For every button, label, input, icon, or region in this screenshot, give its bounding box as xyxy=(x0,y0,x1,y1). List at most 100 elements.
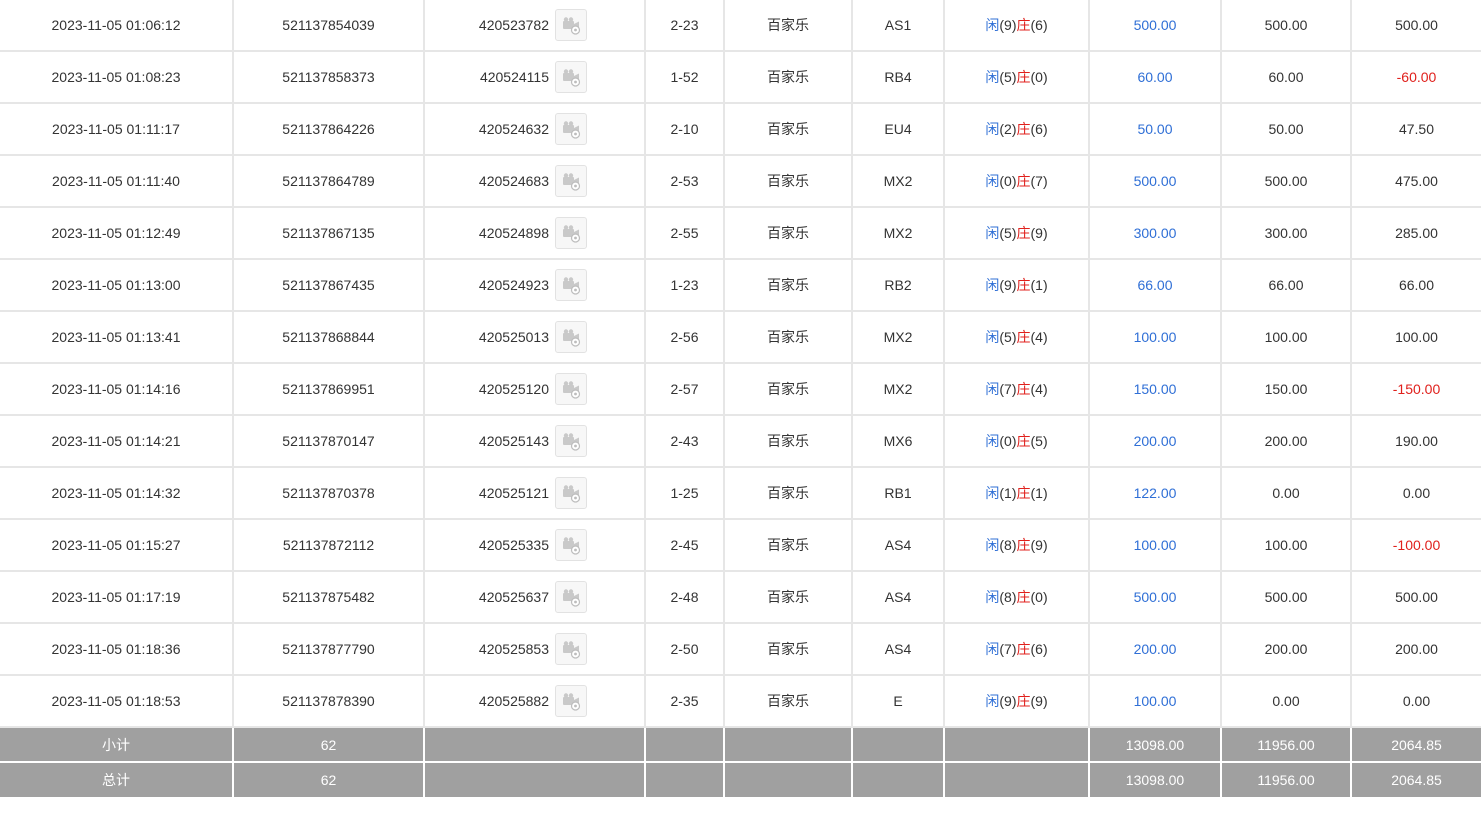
shoe-round: 2-48 xyxy=(644,570,725,624)
bet-amount: 60.00 xyxy=(1088,50,1222,104)
video-replay-button[interactable] xyxy=(555,529,587,561)
bet-time: 2023-11-05 01:17:19 xyxy=(0,570,234,624)
bet-amount: 500.00 xyxy=(1088,154,1222,208)
video-replay-button[interactable] xyxy=(555,477,587,509)
video-replay-button[interactable] xyxy=(555,9,587,41)
valid-bet: 66.00 xyxy=(1220,258,1352,312)
table-row: 2023-11-05 01:08:23 521137858373 4205241… xyxy=(0,50,1481,104)
round-cell: 420525882 xyxy=(423,674,646,728)
player-label: 闲 xyxy=(985,485,1000,501)
table-id: E xyxy=(851,674,945,728)
video-replay-button[interactable] xyxy=(555,61,587,93)
order-number: 521137875482 xyxy=(232,570,425,624)
video-replay-icon xyxy=(563,225,581,243)
order-number: 521137870147 xyxy=(232,414,425,468)
win-loss: 0.00 xyxy=(1350,674,1481,728)
result-cell: 闲(1)庄(1) xyxy=(943,466,1090,520)
banker-label: 庄 xyxy=(1016,173,1031,189)
shoe-round: 2-56 xyxy=(644,310,725,364)
bet-time: 2023-11-05 01:14:32 xyxy=(0,466,234,520)
banker-label: 庄 xyxy=(1016,641,1031,657)
win-loss: -100.00 xyxy=(1350,518,1481,572)
video-replay-button[interactable] xyxy=(555,425,587,457)
round-id: 420525143 xyxy=(478,433,549,449)
win-loss: 200.00 xyxy=(1350,622,1481,676)
order-number: 521137867435 xyxy=(232,258,425,312)
player-score: (9) xyxy=(999,277,1017,293)
result-cell: 闲(5)庄(0) xyxy=(943,50,1090,104)
result-cell: 闲(8)庄(0) xyxy=(943,570,1090,624)
bet-time: 2023-11-05 01:08:23 xyxy=(0,50,234,104)
player-label: 闲 xyxy=(985,433,1000,449)
banker-score: (1) xyxy=(1030,277,1048,293)
result-cell: 闲(5)庄(4) xyxy=(943,310,1090,364)
player-score: (2) xyxy=(999,121,1017,137)
video-replay-button[interactable] xyxy=(555,373,587,405)
table-id: EU4 xyxy=(851,102,945,156)
table-row: 2023-11-05 01:12:49 521137867135 4205248… xyxy=(0,206,1481,260)
bet-amount: 100.00 xyxy=(1088,674,1222,728)
table-row: 2023-11-05 01:06:12 521137854039 4205237… xyxy=(0,0,1481,52)
valid-bet: 0.00 xyxy=(1220,466,1352,520)
game-type: 百家乐 xyxy=(723,570,853,624)
banker-label: 庄 xyxy=(1016,433,1031,449)
bet-time: 2023-11-05 01:11:17 xyxy=(0,102,234,156)
round-cell: 420524632 xyxy=(423,102,646,156)
empty-cell xyxy=(723,726,853,763)
total-valid: 11956.00 xyxy=(1220,761,1352,799)
video-replay-icon xyxy=(563,433,581,451)
bet-time: 2023-11-05 01:11:40 xyxy=(0,154,234,208)
video-replay-button[interactable] xyxy=(555,165,587,197)
player-score: (8) xyxy=(999,589,1017,605)
banker-score: (6) xyxy=(1030,17,1048,33)
player-label: 闲 xyxy=(985,225,1000,241)
round-id: 420524632 xyxy=(478,121,549,137)
player-label: 闲 xyxy=(985,277,1000,293)
video-replay-icon xyxy=(563,537,581,555)
banker-score: (9) xyxy=(1030,225,1048,241)
player-label: 闲 xyxy=(985,121,1000,137)
video-replay-icon xyxy=(563,277,581,295)
bet-amount: 100.00 xyxy=(1088,310,1222,364)
player-score: (1) xyxy=(999,485,1017,501)
game-type: 百家乐 xyxy=(723,622,853,676)
shoe-round: 1-25 xyxy=(644,466,725,520)
bet-amount: 150.00 xyxy=(1088,362,1222,416)
round-cell: 420525637 xyxy=(423,570,646,624)
video-replay-button[interactable] xyxy=(555,633,587,665)
valid-bet: 0.00 xyxy=(1220,674,1352,728)
round-cell: 420525853 xyxy=(423,622,646,676)
banker-label: 庄 xyxy=(1016,329,1031,345)
order-number: 521137864226 xyxy=(232,102,425,156)
total-win: 2064.85 xyxy=(1350,761,1481,799)
banker-score: (9) xyxy=(1030,693,1048,709)
bet-amount: 200.00 xyxy=(1088,414,1222,468)
round-id: 420523782 xyxy=(478,17,549,33)
video-replay-icon xyxy=(563,121,581,139)
game-type: 百家乐 xyxy=(723,518,853,572)
video-replay-button[interactable] xyxy=(555,269,587,301)
video-replay-button[interactable] xyxy=(555,685,587,717)
banker-score: (6) xyxy=(1030,121,1048,137)
banker-label: 庄 xyxy=(1016,121,1031,137)
video-replay-button[interactable] xyxy=(555,217,587,249)
banker-label: 庄 xyxy=(1016,225,1031,241)
empty-cell xyxy=(851,726,945,763)
round-id: 420525120 xyxy=(478,381,549,397)
video-replay-button[interactable] xyxy=(555,113,587,145)
video-replay-button[interactable] xyxy=(555,321,587,353)
subtotal-row: 小计 62 13098.00 11956.00 2064.85 xyxy=(0,726,1481,763)
valid-bet: 500.00 xyxy=(1220,570,1352,624)
order-number: 521137868844 xyxy=(232,310,425,364)
bet-time: 2023-11-05 01:12:49 xyxy=(0,206,234,260)
round-cell: 420524923 xyxy=(423,258,646,312)
video-replay-button[interactable] xyxy=(555,581,587,613)
video-replay-icon xyxy=(563,641,581,659)
summary-section: 小计 62 13098.00 11956.00 2064.85 总计 62 13… xyxy=(0,726,1481,799)
video-replay-icon xyxy=(563,329,581,347)
bet-time: 2023-11-05 01:18:36 xyxy=(0,622,234,676)
banker-score: (4) xyxy=(1030,381,1048,397)
round-id: 420525853 xyxy=(478,641,549,657)
game-type: 百家乐 xyxy=(723,310,853,364)
video-replay-icon xyxy=(563,69,581,87)
